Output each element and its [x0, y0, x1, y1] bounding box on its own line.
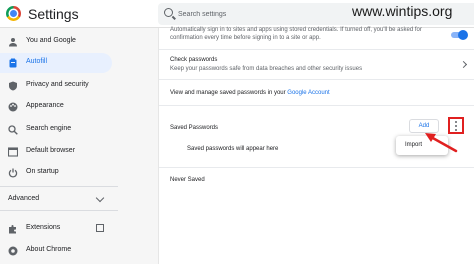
- chevron-down-icon: [95, 193, 105, 203]
- never-saved-heading: Never Saved: [170, 177, 205, 183]
- menu-item-import[interactable]: Import: [405, 142, 422, 148]
- search-icon: [8, 125, 18, 135]
- sidebar-item-default-browser[interactable]: Default browser: [0, 142, 112, 162]
- search-input[interactable]: [178, 6, 358, 22]
- chevron-right-icon: [459, 60, 468, 69]
- autosignin-description-line1: Automatically sign in to sites and apps …: [170, 27, 422, 33]
- sidebar-divider: [0, 186, 118, 187]
- person-icon: [9, 38, 17, 47]
- sidebar-item-label: Autofill: [26, 58, 48, 65]
- top-bar: Settings www.wintips.org: [0, 0, 474, 28]
- sidebar-item-about-chrome[interactable]: About Chrome: [0, 241, 112, 261]
- palette-icon: [8, 102, 18, 112]
- sidebar-item-label: Extensions: [26, 224, 61, 231]
- sidebar-item-label: Search engine: [26, 125, 72, 132]
- chrome-icon: [8, 246, 18, 256]
- check-passwords-title: Check passwords: [170, 57, 218, 63]
- saved-passwords-heading: Saved Passwords: [170, 125, 219, 131]
- power-icon: [8, 168, 18, 178]
- watermark: www.wintips.org: [352, 3, 453, 19]
- advanced-label: Advanced: [8, 195, 40, 202]
- sidebar-item-label: Default browser: [26, 147, 76, 154]
- row-divider: [159, 105, 474, 106]
- annotation-arrow-icon: [425, 133, 458, 153]
- sidebar-item-appearance[interactable]: Appearance: [0, 97, 112, 117]
- sidebar-item-label: About Chrome: [26, 246, 72, 253]
- row-divider: [159, 79, 474, 80]
- sidebar-item-label: Privacy and security: [26, 81, 89, 88]
- clipboard-icon: [9, 58, 17, 68]
- row-divider: [159, 167, 474, 168]
- search-icon: [164, 8, 173, 17]
- sidebar-item-privacy-and-security[interactable]: Privacy and security: [0, 76, 112, 96]
- manage-passwords-text: View and manage saved passwords in your …: [170, 89, 330, 97]
- sidebar-item-autofill[interactable]: Autofill: [0, 53, 112, 73]
- sidebar: You and Google Autofill Privacy and secu…: [0, 29, 120, 264]
- more-vert-icon: [455, 129, 457, 131]
- sidebar-item-you-and-google[interactable]: You and Google: [0, 32, 112, 52]
- puzzle-icon: [9, 225, 16, 234]
- more-vert-icon: [455, 121, 457, 123]
- more-vert-icon: [455, 125, 457, 127]
- open-in-new-icon: [96, 224, 104, 232]
- sidebar-item-on-startup[interactable]: On startup: [0, 163, 112, 183]
- sidebar-item-search-engine[interactable]: Search engine: [0, 120, 112, 140]
- row-divider: [159, 49, 474, 50]
- add-password-button[interactable]: Add: [409, 119, 439, 133]
- empty-passwords-message: Saved passwords will appear here: [187, 146, 279, 152]
- sidebar-item-label: Appearance: [26, 102, 64, 109]
- shield-icon: [9, 81, 17, 91]
- sidebar-item-extensions[interactable]: Extensions: [0, 219, 112, 239]
- sidebar-divider: [0, 210, 118, 211]
- browser-icon: [8, 147, 18, 157]
- google-account-link[interactable]: Google Account: [287, 90, 329, 96]
- manage-passwords-prefix: View and manage saved passwords in your: [170, 90, 288, 96]
- autosignin-description-line2: confirmation every time before signing i…: [170, 35, 321, 41]
- app-title: Settings: [28, 6, 79, 22]
- chrome-logo-icon: [6, 6, 21, 21]
- sidebar-item-label: You and Google: [26, 37, 76, 44]
- auto-signin-toggle[interactable]: [451, 30, 468, 40]
- check-passwords-description: Keep your passwords safe from data breac…: [170, 66, 363, 72]
- sidebar-item-label: On startup: [26, 168, 59, 175]
